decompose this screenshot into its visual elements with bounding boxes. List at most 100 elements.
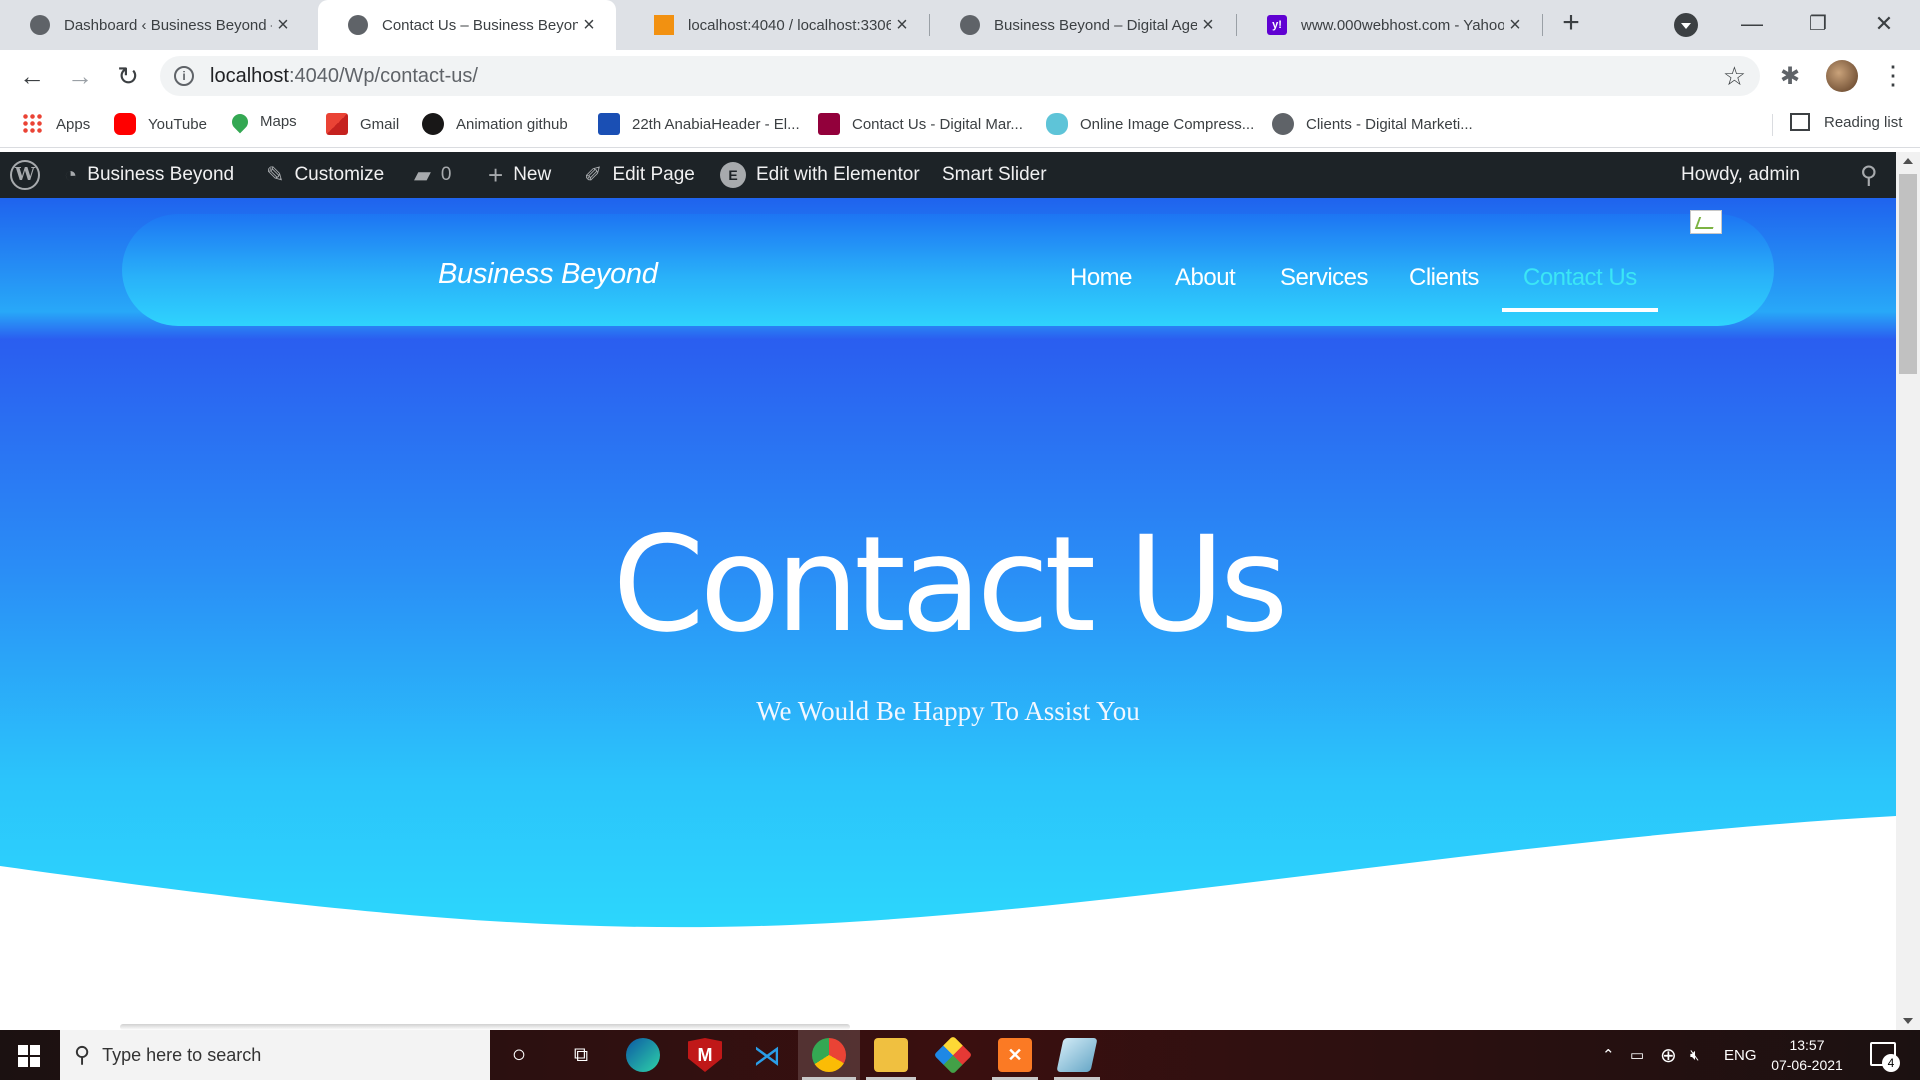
bookmark-animation-github[interactable]: Animation github: [422, 113, 568, 135]
tab-search-icon[interactable]: [1674, 13, 1698, 37]
bookmark-apps[interactable]: Apps: [22, 113, 90, 135]
bookmark-clients[interactable]: Clients - Digital Marketi...: [1272, 113, 1473, 135]
close-icon[interactable]: ×: [578, 14, 600, 37]
comment-bubble-icon: ▰: [414, 162, 431, 187]
nav-home[interactable]: Home: [1070, 264, 1133, 292]
close-icon[interactable]: ×: [272, 14, 294, 37]
url-text[interactable]: localhost:4040/Wp/contact-us/: [210, 65, 478, 88]
admin-site-name[interactable]: ◔ Business Beyond: [64, 152, 234, 198]
tab-title: localhost:4040 / localhost:3306 /: [688, 16, 891, 34]
phpmyadmin-icon: [654, 15, 674, 35]
dashboard-gauge-icon: ◔: [64, 162, 78, 187]
battery-icon[interactable]: ▭: [1630, 1030, 1644, 1080]
plus-icon: +: [488, 159, 504, 190]
bookmark-label: Apps: [56, 115, 91, 133]
profile-avatar[interactable]: [1826, 60, 1858, 92]
new-tab-plus-icon[interactable]: +: [1555, 8, 1587, 40]
file-explorer-icon[interactable]: [874, 1038, 908, 1072]
chrome-icon[interactable]: [812, 1038, 846, 1072]
bookmark-label: Animation github: [456, 115, 568, 133]
browser-menu-icon[interactable]: ⋮: [1880, 60, 1906, 91]
address-bar[interactable]: i localhost:4040/Wp/contact-us/ ☆: [160, 56, 1760, 96]
maximize-icon[interactable]: ❐: [1798, 8, 1838, 40]
close-icon[interactable]: ×: [1197, 14, 1219, 37]
bookmark-gmail[interactable]: Gmail: [326, 113, 399, 135]
reload-icon[interactable]: ↻: [112, 60, 144, 92]
xampp-icon[interactable]: ✕: [998, 1038, 1032, 1072]
nav-services[interactable]: Services: [1280, 264, 1369, 292]
nav-contact-us[interactable]: Contact Us: [1523, 264, 1637, 292]
tab-dashboard[interactable]: Dashboard ‹ Business Beyond — ×: [0, 0, 310, 50]
hero-title: Contact Us: [612, 508, 1289, 662]
bookmarks-divider: [1772, 114, 1773, 136]
git-kraken-icon[interactable]: [933, 1035, 973, 1075]
bookmark-label: Contact Us - Digital Mar...: [852, 115, 1023, 133]
elementor-icon: [818, 113, 840, 135]
admin-comments[interactable]: ▰ 0: [414, 152, 452, 198]
search-icon: ⚲: [1860, 161, 1878, 189]
cloud-icon: [1046, 113, 1068, 135]
bookmark-anabia-header[interactable]: 22th AnabiaHeader - El...: [598, 113, 800, 135]
site-info-icon[interactable]: i: [174, 66, 194, 86]
bookmark-label: Clients - Digital Marketi...: [1306, 115, 1473, 133]
bookmark-star-icon[interactable]: ☆: [1723, 61, 1746, 92]
scroll-up-arrow-icon[interactable]: [1903, 158, 1913, 164]
admin-search[interactable]: ⚲: [1860, 152, 1888, 198]
admin-customize[interactable]: ✎ Customize: [266, 152, 384, 198]
url-path: :4040/Wp/contact-us/: [288, 65, 478, 87]
window-close-icon[interactable]: ✕: [1864, 8, 1904, 40]
tray-chevron-icon[interactable]: ⌃: [1602, 1030, 1615, 1080]
forward-arrow-icon[interactable]: →: [64, 60, 96, 92]
tab-contact-us[interactable]: Contact Us – Business Beyond ×: [318, 0, 616, 50]
network-globe-icon[interactable]: ⊕: [1660, 1030, 1677, 1080]
clock-time: 13:57: [1789, 1037, 1825, 1053]
admin-smart-slider[interactable]: Smart Slider: [942, 152, 1047, 198]
tab-phpmyadmin[interactable]: localhost:4040 / localhost:3306 / ×: [624, 0, 929, 50]
site-brand-logo[interactable]: Business Beyond: [438, 258, 658, 291]
bookmark-image-compress[interactable]: Online Image Compress...: [1046, 113, 1254, 135]
scroll-thumb[interactable]: [1899, 174, 1917, 374]
tab-title: Business Beyond – Digital Agenc: [994, 16, 1197, 34]
back-arrow-icon[interactable]: ←: [16, 60, 48, 92]
bookmark-maps[interactable]: Maps: [228, 110, 297, 133]
admin-new[interactable]: + New: [488, 152, 551, 198]
nav-about[interactable]: About: [1175, 264, 1236, 292]
close-icon[interactable]: ×: [1504, 14, 1526, 37]
admin-edit-elementor[interactable]: E Edit with Elementor: [720, 152, 920, 198]
tab-business-beyond[interactable]: Business Beyond – Digital Agenc ×: [930, 0, 1235, 50]
bookmark-youtube[interactable]: YouTube: [114, 113, 207, 135]
mcafee-icon[interactable]: M: [688, 1038, 722, 1072]
reading-list-button[interactable]: Reading list: [1790, 113, 1902, 131]
taskbar-clock[interactable]: 13:57 07-06-2021: [1766, 1035, 1848, 1075]
vscode-icon[interactable]: ⋊: [750, 1038, 784, 1072]
notification-count-badge: 4: [1882, 1054, 1900, 1072]
wp-logo-button[interactable]: W: [10, 152, 40, 198]
elementor-icon: E: [720, 162, 746, 188]
task-view-icon[interactable]: ⧉: [564, 1038, 598, 1072]
bookmark-label: Maps: [260, 113, 297, 130]
speaker-muted-icon[interactable]: 🔇︎: [1690, 1030, 1699, 1080]
admin-site-name-label: Business Beyond: [87, 164, 235, 185]
gmail-icon: [326, 113, 348, 135]
close-icon[interactable]: ×: [891, 14, 913, 37]
bookmark-contact-us[interactable]: Contact Us - Digital Mar...: [818, 113, 1023, 135]
tab-separator: [1542, 14, 1543, 36]
windows-start-icon[interactable]: [18, 1045, 40, 1067]
bookmark-site-icon: [598, 113, 620, 135]
tab-yahoo[interactable]: y! www.000webhost.com - Yahoo I ×: [1237, 0, 1542, 50]
scroll-down-arrow-icon[interactable]: [1903, 1018, 1913, 1024]
extensions-puzzle-icon[interactable]: ✱: [1780, 62, 1800, 91]
page-scrollbar[interactable]: [1896, 152, 1920, 1030]
taskbar-search-box[interactable]: ⚲ Type here to search: [60, 1030, 490, 1080]
bookmarks-bar: Apps YouTube Maps Gmail Animation github…: [0, 102, 1920, 148]
minimize-icon[interactable]: —: [1732, 8, 1772, 40]
nav-clients[interactable]: Clients: [1409, 264, 1479, 292]
admin-edit-page[interactable]: ✐ Edit Page: [584, 152, 695, 198]
edge-icon[interactable]: [626, 1038, 660, 1072]
admin-howdy[interactable]: Howdy, admin: [1681, 152, 1800, 198]
cortana-icon[interactable]: ○: [502, 1038, 536, 1072]
notepad-icon[interactable]: [1056, 1038, 1098, 1072]
language-indicator[interactable]: ENG: [1724, 1030, 1757, 1080]
bookmark-label: 22th AnabiaHeader - El...: [632, 115, 800, 133]
pencil-icon: ✐: [584, 162, 603, 187]
